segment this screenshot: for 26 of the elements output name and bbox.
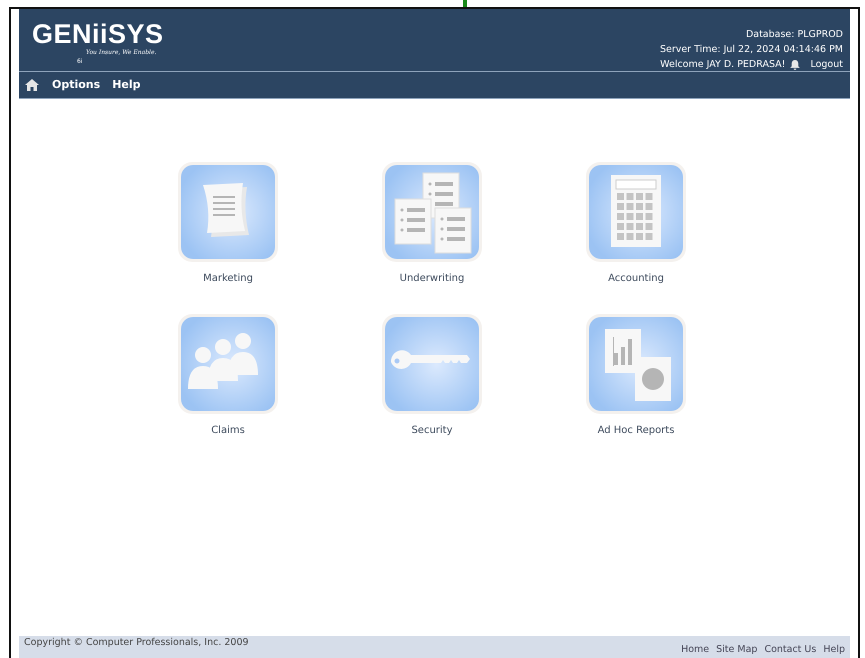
people-icon[interactable] [181,317,275,411]
logout-link[interactable]: Logout [810,57,843,72]
copyright-text: Copyright © Computer Professionals, Inc. 2009 [24,636,249,650]
module-link[interactable]: Underwriting [400,272,464,285]
footer-link[interactable]: Site Map [716,644,758,658]
menu-item[interactable]: Options [52,76,100,94]
reports-icon[interactable] [589,317,683,411]
logo-text: GENiiSYS [32,19,164,49]
footer-link[interactable]: Help [823,644,845,658]
bell-icon[interactable] [789,58,802,70]
module-link[interactable]: Claims [211,424,245,437]
footer-link[interactable]: Contact Us [764,644,816,658]
key-icon[interactable] [385,317,479,411]
module-link[interactable]: Marketing [203,272,253,285]
welcome-text: Welcome JAY D. PEDRASA! [660,58,786,72]
home-icon[interactable] [24,78,40,92]
module-link[interactable]: Accounting [608,272,664,285]
menu-item[interactable]: Help [112,76,141,94]
footer-link[interactable]: Home [681,644,710,658]
server-time: Server Time: Jul 22, 2024 04:14:46 PM [660,44,843,55]
module-link[interactable]: Ad Hoc Reports [598,424,674,437]
calculator-icon[interactable] [589,165,683,259]
database-label: Database: PLGPROD [746,29,843,40]
documents-icon[interactable] [385,165,479,259]
module-link[interactable]: Security [411,424,453,437]
papers-icon[interactable] [181,165,275,259]
